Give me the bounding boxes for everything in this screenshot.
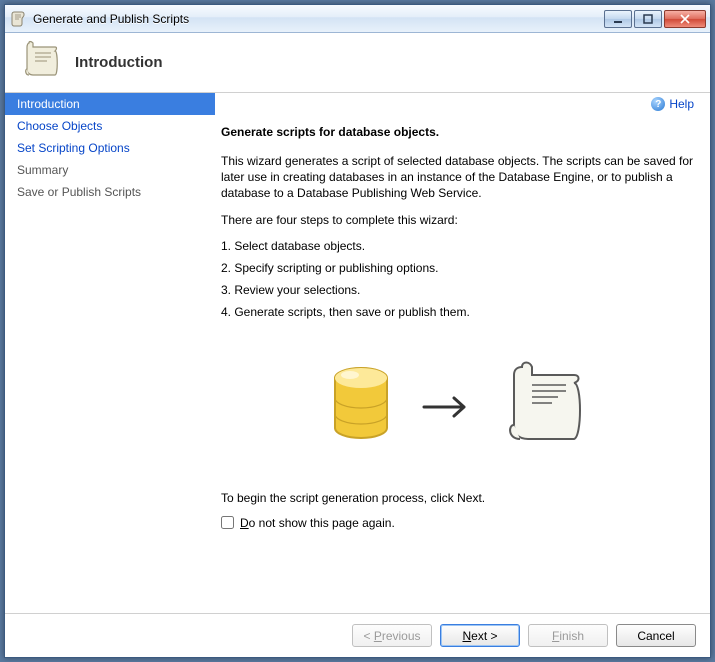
sidebar: Introduction Choose Objects Set Scriptin… bbox=[5, 93, 215, 613]
sidebar-item-introduction[interactable]: Introduction bbox=[5, 93, 215, 115]
scroll-icon bbox=[21, 39, 61, 86]
step-4: 4. Generate scripts, then save or publis… bbox=[221, 304, 694, 320]
step-1: 1. Select database objects. bbox=[221, 238, 694, 254]
sidebar-item-choose-objects[interactable]: Choose Objects bbox=[5, 115, 215, 137]
wizard-body: Introduction Choose Objects Set Scriptin… bbox=[5, 93, 710, 613]
help-icon: ? bbox=[651, 97, 665, 111]
sidebar-item-set-scripting-options[interactable]: Set Scripting Options bbox=[5, 137, 215, 159]
close-button[interactable] bbox=[664, 10, 706, 28]
header-band: Introduction bbox=[5, 33, 710, 93]
titlebar: Generate and Publish Scripts bbox=[5, 5, 710, 33]
sidebar-item-save-or-publish[interactable]: Save or Publish Scripts bbox=[5, 181, 215, 203]
finish-button: Finish bbox=[528, 624, 608, 647]
content: Generate scripts for database objects. T… bbox=[221, 125, 694, 530]
dont-show-again-checkbox[interactable] bbox=[221, 516, 234, 529]
window-title: Generate and Publish Scripts bbox=[33, 12, 189, 26]
maximize-button[interactable] bbox=[634, 10, 662, 28]
script-icon bbox=[504, 357, 590, 460]
intro-paragraph: This wizard generates a script of select… bbox=[221, 153, 694, 202]
sidebar-item-summary[interactable]: Summary bbox=[5, 159, 215, 181]
database-icon bbox=[326, 364, 396, 453]
help-link[interactable]: ? Help bbox=[651, 97, 694, 111]
window-controls bbox=[604, 10, 708, 28]
content-heading: Generate scripts for database objects. bbox=[221, 125, 694, 139]
page-title: Introduction bbox=[75, 54, 162, 71]
illustration bbox=[221, 357, 694, 460]
minimize-button[interactable] bbox=[604, 10, 632, 28]
wizard-window: Generate and Publish Scripts Introductio… bbox=[4, 4, 711, 658]
steps-list: 1. Select database objects. 2. Specify s… bbox=[221, 238, 694, 321]
button-bar: < Previous Next > Finish Cancel bbox=[5, 613, 710, 657]
cancel-button[interactable]: Cancel bbox=[616, 624, 696, 647]
step-3: 3. Review your selections. bbox=[221, 282, 694, 298]
next-button[interactable]: Next > bbox=[440, 624, 520, 647]
begin-note: To begin the script generation process, … bbox=[221, 490, 694, 506]
dont-show-again-row[interactable]: Do not show this page again. bbox=[221, 516, 694, 530]
previous-button: < Previous bbox=[352, 624, 432, 647]
arrow-icon bbox=[422, 392, 478, 425]
step-2: 2. Specify scripting or publishing optio… bbox=[221, 260, 694, 276]
steps-lead: There are four steps to complete this wi… bbox=[221, 212, 694, 228]
dont-show-again-label: Do not show this page again. bbox=[240, 516, 395, 530]
main-panel: ? Help Generate scripts for database obj… bbox=[215, 93, 710, 613]
help-label: Help bbox=[669, 97, 694, 111]
app-icon bbox=[11, 11, 27, 27]
